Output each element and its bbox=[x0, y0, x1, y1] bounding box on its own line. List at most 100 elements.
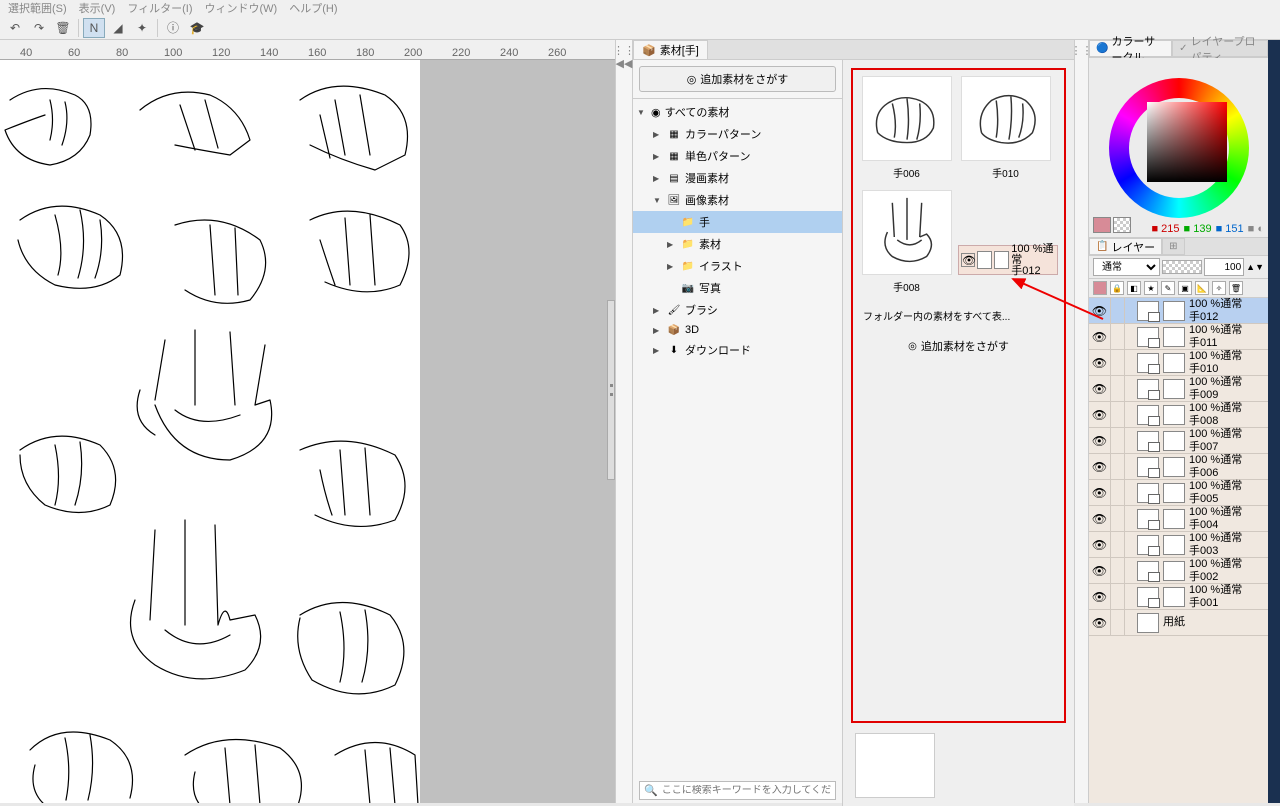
menu-filter[interactable]: フィルター(I) bbox=[127, 0, 192, 16]
layer-row[interactable]: 👁 用紙 bbox=[1089, 610, 1268, 636]
tool-help[interactable]: 🎓 bbox=[186, 18, 208, 38]
menu-select[interactable]: 選択範囲(S) bbox=[8, 0, 67, 16]
tool-info[interactable]: ⓘ bbox=[162, 18, 184, 38]
top-toolbar: ↶ ↷ 🗑 N ◢ ✦ ⓘ 🎓 bbox=[0, 16, 1280, 40]
layer-visibility-icon[interactable]: 👁 bbox=[1089, 376, 1111, 402]
window-edge bbox=[1268, 40, 1280, 803]
rgb-readout: 215 139 151 ◐ bbox=[1151, 223, 1264, 235]
canvas[interactable] bbox=[0, 60, 420, 803]
color-circle-tab[interactable]: 🔵 カラーサークル bbox=[1089, 40, 1172, 57]
layer-visibility-icon[interactable]: 👁 bbox=[1089, 610, 1111, 636]
layer-visibility-icon[interactable]: 👁 bbox=[1089, 350, 1111, 376]
tree-item[interactable]: ▶▤漫画素材 bbox=[633, 167, 842, 189]
layer-row[interactable]: 👁 100 %通常手004 bbox=[1089, 506, 1268, 532]
tree-item[interactable]: 📷写真 bbox=[633, 277, 842, 299]
layer-visibility-icon[interactable]: 👁 bbox=[1089, 428, 1111, 454]
layer-row[interactable]: 👁 100 %通常手002 bbox=[1089, 558, 1268, 584]
tree-item[interactable]: ▶⬇ダウンロード bbox=[633, 339, 842, 361]
layer-thumb bbox=[1137, 301, 1159, 321]
layer-thumb bbox=[1137, 353, 1159, 373]
tree-item[interactable]: ▶🖌ブラシ bbox=[633, 299, 842, 321]
tool-snap[interactable]: ✦ bbox=[131, 18, 153, 38]
layer-mask-thumb bbox=[1163, 431, 1185, 451]
tree-item[interactable]: ▶📦3D bbox=[633, 321, 842, 339]
material-thumb[interactable]: 手010 bbox=[958, 76, 1053, 186]
material-thumb[interactable]: 手008 bbox=[859, 190, 954, 300]
tree-item[interactable]: ▶▦カラーパターン bbox=[633, 123, 842, 145]
layer-thumb bbox=[1137, 535, 1159, 555]
tree-item[interactable]: ▼🖼画像素材 bbox=[633, 189, 842, 211]
opacity-preview bbox=[1162, 260, 1202, 274]
opacity-input[interactable] bbox=[1204, 258, 1244, 276]
search-more-inline-button[interactable]: ◎ 追加素材をさがす bbox=[900, 335, 1017, 357]
tree-item[interactable]: 📁手 bbox=[633, 211, 842, 233]
layer-visibility-icon[interactable]: 👁 bbox=[1089, 506, 1111, 532]
layer-row[interactable]: 👁 100 %通常手009 bbox=[1089, 376, 1268, 402]
layer-mask-thumb bbox=[1163, 483, 1185, 503]
menu-help[interactable]: ヘルプ(H) bbox=[289, 0, 337, 16]
layer-row[interactable]: 👁 100 %通常手012 bbox=[1089, 298, 1268, 324]
material-search-box[interactable]: 🔍 bbox=[639, 781, 836, 800]
layer-ref-icon[interactable]: ★ bbox=[1144, 281, 1158, 295]
layer-thumb bbox=[1137, 483, 1159, 503]
tool-n[interactable]: N bbox=[83, 18, 105, 38]
tree-item[interactable]: ▶▦単色パターン bbox=[633, 145, 842, 167]
foreground-swatch[interactable] bbox=[1093, 217, 1111, 233]
layer-mask-thumb bbox=[1163, 535, 1185, 555]
layer-mask-thumb bbox=[1163, 587, 1185, 607]
layer-row[interactable]: 👁 100 %通常手006 bbox=[1089, 454, 1268, 480]
layer-row[interactable]: 👁 100 %通常手005 bbox=[1089, 480, 1268, 506]
tree-item[interactable]: ▶📁イラスト bbox=[633, 255, 842, 277]
color-wheel[interactable]: 215 139 151 ◐ bbox=[1089, 58, 1268, 238]
tree-item[interactable]: ▶📁素材 bbox=[633, 233, 842, 255]
layer-toolbar: 🔒 ◧ ★ ✎ ▣ 📐 ✧ 🗑 bbox=[1089, 279, 1268, 298]
layer-thumb bbox=[1137, 613, 1159, 633]
undo-button[interactable]: ↶ bbox=[4, 18, 26, 38]
material-tab[interactable]: 📦 素材[手] bbox=[633, 40, 708, 59]
menu-view[interactable]: 表示(V) bbox=[79, 0, 116, 16]
material-thumb[interactable]: 手006 bbox=[859, 76, 954, 186]
layer-lock-icon[interactable]: 🔒 bbox=[1110, 281, 1124, 295]
background-swatch[interactable] bbox=[1113, 217, 1131, 233]
layer-tab[interactable]: 📋 レイヤー bbox=[1089, 238, 1162, 255]
layer-drag-ghost: 👁 100 %通常 手012 bbox=[958, 245, 1058, 275]
layer-trash-icon[interactable]: 🗑 bbox=[1229, 281, 1243, 295]
layer-visibility-icon[interactable]: 👁 bbox=[1089, 532, 1111, 558]
layer-property-tab[interactable]: ✓ レイヤープロパティ bbox=[1172, 40, 1268, 57]
layer-visibility-icon[interactable]: 👁 bbox=[1089, 402, 1111, 428]
panel-collapse-left[interactable]: ⋮⋮◀◀ bbox=[615, 40, 633, 803]
layer-mask-icon[interactable]: ▣ bbox=[1178, 281, 1192, 295]
menu-bar: 選択範囲(S) 表示(V) フィルター(I) ウィンドウ(W) ヘルプ(H) bbox=[0, 0, 1280, 16]
layer-row[interactable]: 👁 100 %通常手008 bbox=[1089, 402, 1268, 428]
layer-row[interactable]: 👁 100 %通常手010 bbox=[1089, 350, 1268, 376]
redo-button[interactable]: ↷ bbox=[28, 18, 50, 38]
layer-visibility-icon[interactable]: 👁 bbox=[1089, 558, 1111, 584]
material-tree: ▼◉ すべての素材 ▶▦カラーパターン▶▦単色パターン▶▤漫画素材▼🖼画像素材📁… bbox=[633, 98, 842, 775]
right-panel: 🔵 カラーサークル ✓ レイヤープロパティ 215 139 151 ◐ 📋 レイ… bbox=[1089, 40, 1268, 803]
layer-mask-thumb bbox=[1163, 353, 1185, 373]
layer-thumb bbox=[1137, 327, 1159, 347]
tree-root[interactable]: ▼◉ すべての素材 bbox=[633, 101, 842, 123]
layer-row[interactable]: 👁 100 %通常手001 bbox=[1089, 584, 1268, 610]
layer-draft-icon[interactable]: ✎ bbox=[1161, 281, 1175, 295]
layer-clip-icon[interactable]: ◧ bbox=[1127, 281, 1141, 295]
layer-mask-thumb bbox=[1163, 301, 1185, 321]
layer-effect-icon[interactable]: ✧ bbox=[1212, 281, 1226, 295]
layer-row[interactable]: 👁 100 %通常手007 bbox=[1089, 428, 1268, 454]
layer-visibility-icon[interactable]: 👁 bbox=[1089, 454, 1111, 480]
layer-mask-thumb bbox=[1163, 509, 1185, 529]
tool-ruler[interactable]: ◢ bbox=[107, 18, 129, 38]
layer-visibility-icon[interactable]: 👁 bbox=[1089, 480, 1111, 506]
layer-ruler-icon[interactable]: 📐 bbox=[1195, 281, 1209, 295]
layer-row[interactable]: 👁 100 %通常手011 bbox=[1089, 324, 1268, 350]
delete-button[interactable]: 🗑 bbox=[52, 18, 74, 38]
panel-collapse-right[interactable]: ⋮⋮ bbox=[1075, 40, 1089, 803]
layer-extra-tab[interactable]: ⊞ bbox=[1162, 238, 1184, 255]
layer-visibility-icon[interactable]: 👁 bbox=[1089, 584, 1111, 610]
menu-window[interactable]: ウィンドウ(W) bbox=[205, 0, 278, 16]
splitter-handle[interactable] bbox=[607, 300, 615, 480]
material-search-input[interactable] bbox=[662, 785, 831, 796]
layer-row[interactable]: 👁 100 %通常手003 bbox=[1089, 532, 1268, 558]
search-more-materials-button[interactable]: ◎ 追加素材をさがす bbox=[639, 66, 836, 92]
layer-visibility-icon[interactable]: 👁 bbox=[1089, 324, 1111, 350]
